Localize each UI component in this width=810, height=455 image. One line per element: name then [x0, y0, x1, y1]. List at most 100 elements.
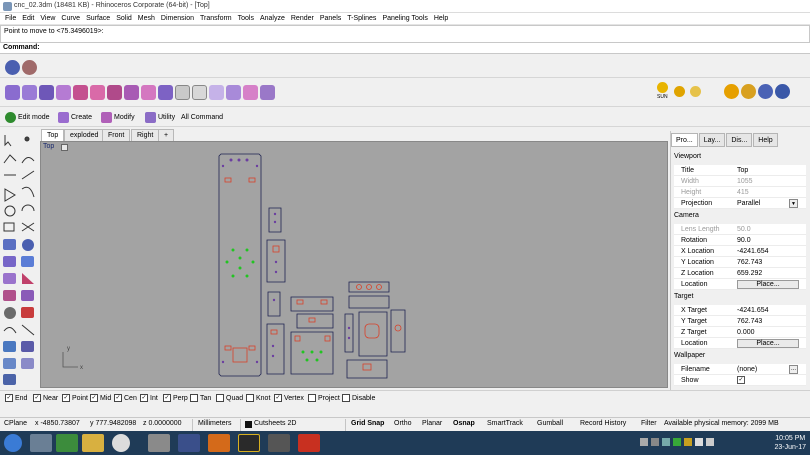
clock[interactable]: 10:05 PM 23-Jun-17 — [774, 434, 806, 452]
tab-help[interactable]: Help — [753, 133, 778, 147]
osnap-knot[interactable]: Knot — [246, 394, 270, 402]
array-icon[interactable] — [21, 358, 34, 369]
menu-render[interactable]: Render — [288, 13, 317, 24]
autocad-icon[interactable] — [298, 434, 320, 452]
menu-help[interactable]: Help — [431, 13, 451, 24]
status-cplane[interactable]: CPlane — [4, 420, 27, 427]
tab-layers[interactable]: Lay... — [698, 133, 726, 147]
panel-surface-icon[interactable] — [226, 85, 241, 100]
part-right-post-1[interactable] — [344, 313, 354, 353]
render-settings-icon[interactable] — [22, 60, 37, 75]
light-icon[interactable] — [674, 86, 685, 97]
part-right-bar-1[interactable] — [348, 281, 390, 293]
panel-3d-icon[interactable] — [243, 85, 258, 100]
tray-app-icon[interactable] — [651, 438, 659, 446]
cylinder-icon[interactable] — [3, 256, 16, 267]
tray-app-icon[interactable] — [662, 438, 670, 446]
tab-front[interactable]: Front — [102, 129, 131, 141]
blend-icon[interactable] — [124, 85, 139, 100]
row-rotation[interactable]: Rotation 90.0 — [674, 235, 806, 246]
panel-grid-icon[interactable] — [209, 85, 224, 100]
rotate-icon[interactable] — [3, 327, 17, 334]
start-icon[interactable] — [4, 434, 22, 452]
status-filter[interactable]: Filter — [641, 420, 657, 427]
modify-button[interactable]: Modify — [101, 110, 135, 124]
utility-button[interactable]: Utility — [145, 110, 175, 124]
menu-edit[interactable]: Edit — [19, 13, 37, 24]
camera-place-button[interactable]: Place... — [737, 280, 799, 289]
fillet-edge-icon[interactable] — [21, 290, 34, 301]
row-projection[interactable]: Projection Parallel ▼ — [674, 198, 806, 209]
status-osnap[interactable]: Osnap — [453, 420, 475, 427]
status-record-history[interactable]: Record History — [580, 420, 626, 427]
menu-view[interactable]: View — [37, 13, 58, 24]
trim-icon[interactable] — [21, 222, 35, 232]
sun-icon[interactable] — [657, 82, 668, 93]
row-x-target[interactable]: X Target -4241.654 — [674, 305, 806, 316]
menu-surface[interactable]: Surface — [83, 13, 113, 24]
rectangle-icon[interactable] — [3, 222, 15, 232]
part-right-bar-2[interactable] — [348, 295, 390, 309]
tab-right[interactable]: Right — [131, 129, 160, 141]
menu-tsplines[interactable]: T-Splines — [344, 13, 379, 24]
media-icon[interactable] — [56, 434, 78, 452]
chrome-icon[interactable] — [112, 434, 130, 452]
loft-icon[interactable] — [22, 85, 37, 100]
sweep-icon[interactable] — [39, 85, 54, 100]
osnap-quad[interactable]: Quad — [216, 394, 243, 402]
gear-icon[interactable] — [4, 307, 16, 319]
network-icon[interactable] — [695, 438, 703, 446]
tray-app-icon[interactable] — [673, 438, 681, 446]
projection-dropdown-icon[interactable]: ▼ — [789, 199, 798, 208]
top-viewport[interactable]: Top y x — [40, 141, 668, 388]
menu-dimension[interactable]: Dimension — [158, 13, 197, 24]
menu-solid[interactable]: Solid — [113, 13, 135, 24]
line-angle-icon[interactable] — [21, 170, 35, 180]
material-icon[interactable] — [724, 84, 739, 99]
osnap-mid[interactable]: ✓ Mid — [90, 394, 111, 402]
sphere-icon[interactable] — [5, 60, 20, 75]
menu-transform[interactable]: Transform — [197, 13, 235, 24]
status-units[interactable]: Millimeters — [198, 420, 231, 427]
tray-app-icon[interactable] — [684, 438, 692, 446]
create-button[interactable]: Create — [58, 110, 92, 124]
dimension-icon[interactable] — [21, 341, 34, 352]
tab-top[interactable]: Top — [41, 129, 65, 141]
status-layer[interactable]: Cutsheets 2D — [254, 420, 296, 427]
row-y-target[interactable]: Y Target 762.743 — [674, 316, 806, 327]
box-solid-icon[interactable] — [3, 239, 16, 250]
osnap-disable[interactable]: Disable — [342, 394, 375, 402]
point-matrix-icon[interactable] — [192, 85, 207, 100]
status-smarttrack[interactable]: SmartTrack — [487, 420, 523, 427]
row-z-location[interactable]: Z Location 659.292 — [674, 268, 806, 279]
rhino-icon[interactable] — [268, 434, 290, 452]
explorer-icon[interactable] — [30, 434, 52, 452]
part-long-plate[interactable] — [218, 153, 262, 377]
tab-exploded[interactable]: exploded — [64, 129, 105, 141]
part-right-foot[interactable] — [346, 359, 388, 379]
network-srf-icon[interactable] — [56, 85, 71, 100]
boolean-union-icon[interactable] — [3, 273, 16, 284]
extrude-icon[interactable] — [90, 85, 105, 100]
select-arrow-icon[interactable] — [4, 135, 12, 147]
cnc-parts-drawing[interactable]: y x — [41, 142, 668, 388]
app-icon[interactable] — [178, 434, 200, 452]
osnap-near[interactable]: ✓ Near — [33, 394, 58, 402]
mesh-icon[interactable] — [3, 290, 16, 301]
scale-icon[interactable] — [21, 324, 35, 336]
osnap-project[interactable]: Project — [308, 394, 340, 402]
tab-display[interactable]: Dis... — [726, 133, 753, 147]
menu-mesh[interactable]: Mesh — [135, 13, 158, 24]
row-title[interactable]: Title Top — [674, 165, 806, 176]
browse-file-button[interactable]: ... — [789, 365, 798, 374]
rhino-render-icon[interactable] — [758, 84, 773, 99]
grasshopper-icon[interactable] — [741, 84, 756, 99]
status-ortho[interactable]: Ortho — [394, 420, 412, 427]
tray-arrow-icon[interactable] — [640, 438, 648, 446]
circle-icon[interactable] — [4, 205, 16, 217]
row-y-location[interactable]: Y Location 762.743 — [674, 257, 806, 268]
extrude-solid-icon[interactable] — [21, 256, 34, 267]
grid-points-icon[interactable] — [175, 85, 190, 100]
osnap-int[interactable]: ✓ Int — [140, 394, 158, 402]
part-right-frame[interactable] — [358, 311, 388, 357]
